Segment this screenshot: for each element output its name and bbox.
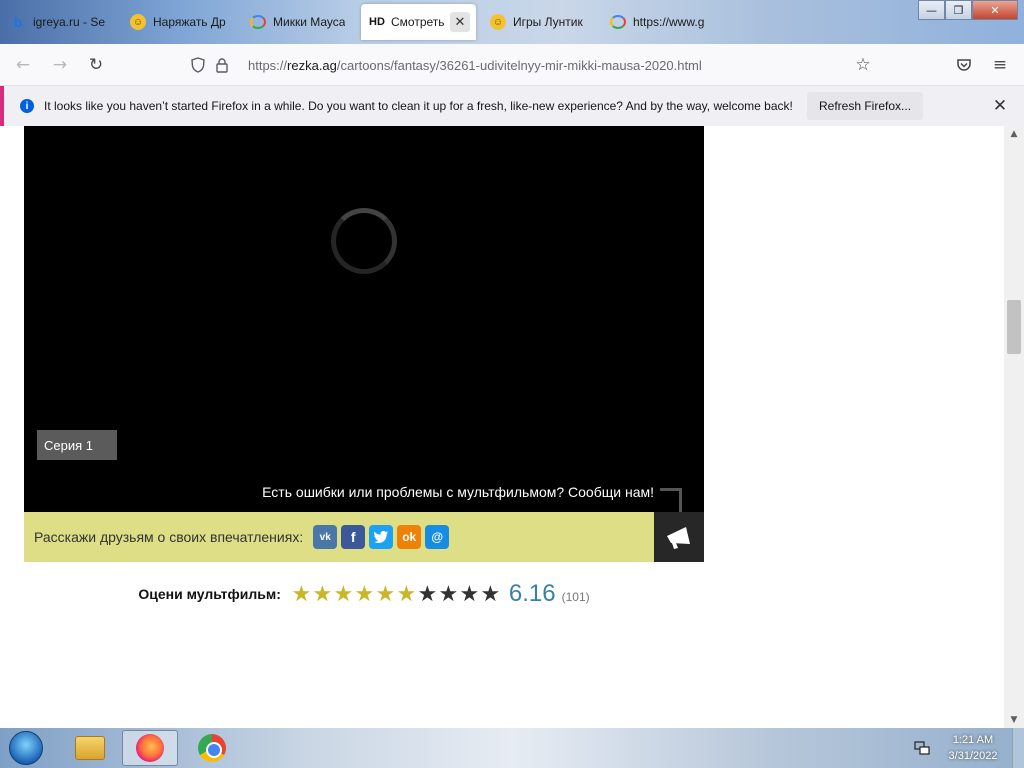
menu-icon[interactable]: ≡ — [988, 53, 1012, 77]
pocket-icon[interactable] — [952, 53, 976, 77]
tab-title: https://www.g — [633, 15, 705, 29]
navigation-bar: ← → ↻ https://rezka.ag/cartoons/fantasy/… — [0, 44, 1024, 86]
rating-star-icon[interactable]: ★ — [480, 583, 501, 605]
corner-arrow-icon — [660, 488, 682, 512]
video-player[interactable]: Серия 1 Есть ошибки или проблемы с мульт… — [24, 126, 704, 512]
system-clock[interactable]: 1:21 AM 3/31/2022 — [940, 732, 1006, 764]
scroll-up-icon[interactable]: ▲ — [1004, 126, 1024, 142]
rating-star-icon[interactable]: ★ — [312, 583, 333, 605]
taskbar-firefox[interactable] — [122, 730, 178, 766]
restore-button[interactable]: ❐ — [945, 0, 972, 20]
google-icon — [250, 15, 266, 29]
tab-title: Игры Лунтик — [513, 15, 583, 29]
twitter-icon[interactable] — [369, 525, 394, 549]
url-host: rezka.ag — [287, 57, 337, 73]
chrome-icon — [198, 734, 226, 762]
tab-title: Смотреть — [391, 15, 445, 29]
scroll-thumb[interactable] — [1007, 300, 1021, 354]
tab-smotret[interactable]: HD Смотреть ✕ — [361, 4, 476, 40]
rating-count: (101) — [561, 590, 590, 604]
lock-icon[interactable] — [212, 55, 232, 75]
reload-button[interactable]: ↻ — [84, 53, 108, 77]
rating-stars[interactable]: ★ ★ ★ ★ ★ ★ ★ ★ ★ ★ — [291, 583, 501, 605]
taskbar-chrome[interactable] — [184, 730, 240, 766]
bing-icon: b — [13, 14, 23, 30]
clock-time: 1:21 AM — [952, 734, 994, 746]
mailru-icon[interactable]: @ — [425, 525, 450, 549]
loading-spinner-icon — [331, 208, 397, 274]
tab-naryazhat[interactable]: ☺ Наряжать Др — [122, 4, 236, 40]
url-prefix: https:// — [248, 57, 288, 73]
close-icon[interactable]: ✕ — [990, 96, 1010, 116]
google-icon — [610, 15, 626, 29]
tab-mikki[interactable]: Микки Мауса — [242, 4, 354, 40]
url-bar[interactable]: https://rezka.ag/cartoons/fantasy/36261-… — [180, 50, 878, 80]
shield-icon[interactable] — [188, 55, 208, 75]
episode-selector[interactable]: Серия 1 — [37, 430, 117, 460]
kid-face-icon: ☺ — [130, 14, 146, 30]
notification-bar: i It looks like you haven’t started Fire… — [0, 86, 1024, 126]
tab-luntik[interactable]: ☺ Игры Лунтик — [482, 4, 596, 40]
odnoklassniki-icon[interactable]: ok — [397, 525, 422, 549]
tab-igreya[interactable]: b igreya.ru - Se — [2, 4, 114, 40]
tab-title: Наряжать Др — [153, 15, 226, 29]
back-button[interactable]: ← — [11, 53, 35, 77]
report-problem-link[interactable]: Есть ошибки или проблемы с мультфильмом?… — [262, 484, 654, 500]
tab-title: Микки Мауса — [273, 15, 346, 29]
tab-bar: b igreya.ru - Se ☺ Наряжать Др Микки Мау… — [0, 0, 1024, 44]
rating-star-icon[interactable]: ★ — [396, 583, 417, 605]
taskbar: 1:21 AM 3/31/2022 — [0, 728, 1024, 768]
url-path: /cartoons/fantasy/36261-udivitelnyy-mir-… — [336, 57, 702, 73]
folder-icon — [75, 736, 105, 760]
url-text: https://rezka.ag/cartoons/fantasy/36261-… — [248, 58, 702, 73]
kid-face-icon: ☺ — [490, 14, 506, 30]
windows-logo-icon — [9, 731, 43, 765]
vk-icon[interactable]: vk — [313, 525, 338, 549]
start-button[interactable] — [4, 730, 48, 766]
rating-star-icon[interactable]: ★ — [459, 583, 480, 605]
tab-title: igreya.ru - Se — [33, 15, 106, 29]
clock-date: 3/31/2022 — [948, 750, 998, 762]
rating-label: Оцени мультфильм: — [138, 586, 281, 602]
facebook-icon[interactable]: f — [341, 525, 366, 549]
share-label: Расскажи друзьям о своих впечатлениях: — [34, 529, 304, 545]
rating-value: 6.16 — [508, 580, 556, 607]
bookmark-star-icon[interactable]: ☆ — [852, 54, 874, 76]
hd-icon: HD — [369, 16, 385, 28]
rating-star-icon[interactable]: ★ — [375, 583, 396, 605]
rating-star-icon[interactable]: ★ — [417, 583, 438, 605]
close-tab-icon[interactable]: ✕ — [450, 12, 470, 32]
forward-button[interactable]: → — [48, 53, 72, 77]
refresh-firefox-button[interactable]: Refresh Firefox... — [807, 92, 924, 120]
rating-star-icon[interactable]: ★ — [438, 583, 459, 605]
close-window-button[interactable]: ✕ — [972, 0, 1018, 20]
window-controls: — ❐ ✕ — [918, 0, 1018, 20]
rating-row: Оцени мультфильм: ★ ★ ★ ★ ★ ★ ★ ★ ★ ★ 6.16 (101) — [24, 580, 704, 608]
show-desktop-button[interactable] — [1012, 728, 1024, 768]
page-scrollbar[interactable]: ▲ ▼ — [1004, 126, 1024, 728]
firefox-icon — [136, 734, 164, 762]
scroll-down-icon[interactable]: ▼ — [1004, 712, 1024, 728]
tab-google-url[interactable]: https://www.g — [602, 4, 714, 40]
taskbar-explorer[interactable] — [62, 730, 118, 766]
minimize-button[interactable]: — — [918, 0, 945, 20]
rating-star-icon[interactable]: ★ — [333, 583, 354, 605]
rating-star-icon[interactable]: ★ — [354, 583, 375, 605]
notification-text: It looks like you haven’t started Firefo… — [44, 99, 793, 113]
page-content: Серия 1 Есть ошибки или проблемы с мульт… — [4, 126, 1004, 728]
info-icon: i — [20, 99, 34, 113]
network-icon[interactable] — [914, 740, 930, 756]
share-bar: Расскажи друзьям о своих впечатлениях: v… — [24, 512, 654, 562]
rating-star-icon[interactable]: ★ — [291, 583, 312, 605]
megaphone-icon[interactable] — [654, 512, 704, 562]
